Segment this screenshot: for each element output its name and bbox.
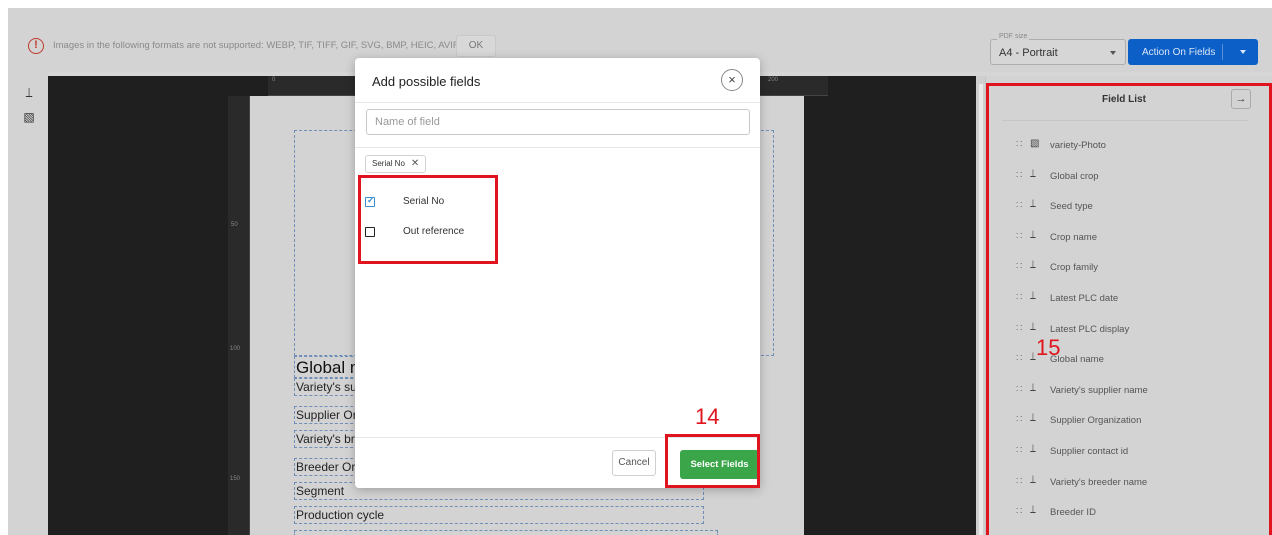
pdf-size-select[interactable]: PDF size A4 - Portrait — [990, 33, 1126, 65]
chip-label: Serial No — [372, 159, 405, 168]
button-divider — [1222, 44, 1223, 60]
modal-title: Add possible fields — [372, 74, 481, 89]
warning-icon: ! — [28, 38, 44, 54]
selected-field-chip[interactable]: Serial No ✕ — [365, 155, 427, 173]
app: ! Images in the following formats are no… — [8, 8, 1272, 535]
close-icon[interactable]: × — [721, 69, 743, 91]
scrollbar-thumb[interactable] — [979, 84, 983, 535]
action-on-fields-button[interactable]: Action On Fields — [1128, 39, 1258, 65]
ok-button[interactable]: OK — [456, 35, 496, 57]
annotation-label-15: 15 — [1036, 335, 1061, 360]
highlight-box-field-list — [986, 83, 1272, 535]
canvas-field[interactable] — [294, 530, 718, 535]
tool-strip: ⟘ ▧ — [8, 72, 48, 535]
chevron-down-icon[interactable] — [1240, 50, 1246, 54]
ruler-label: 50 — [231, 222, 238, 228]
left-ruler: 50 100 150 — [228, 96, 250, 535]
close-icon[interactable]: ✕ — [411, 158, 419, 169]
ruler-label: 200 — [768, 77, 779, 83]
divider — [355, 147, 760, 148]
annotation-label-14: 14 — [695, 404, 720, 429]
action-on-fields-label: Action On Fields — [1142, 47, 1216, 58]
image-icon[interactable]: ▧ — [20, 108, 38, 126]
ruler-label: 150 — [230, 476, 241, 482]
ruler-label: 0 — [272, 77, 276, 83]
cancel-button[interactable]: Cancel — [612, 450, 656, 476]
highlight-box-select-fields — [665, 434, 760, 488]
highlight-box-options — [358, 175, 498, 264]
pdf-size-legend: PDF size — [997, 33, 1030, 40]
scrollbar[interactable] — [976, 76, 986, 535]
unsupported-formats-message: Images in the following formats are not … — [53, 40, 459, 51]
ruler-label: 100 — [230, 346, 241, 352]
chevron-down-icon — [1110, 51, 1116, 55]
pdf-size-value: A4 - Portrait — [999, 47, 1058, 59]
canvas-field-label: Production cycle — [296, 508, 385, 522]
field-name-input[interactable] — [366, 109, 750, 135]
text-field-icon[interactable]: ⟘ — [20, 84, 38, 102]
divider — [355, 102, 760, 103]
canvas-field-label: Segment — [296, 484, 345, 498]
